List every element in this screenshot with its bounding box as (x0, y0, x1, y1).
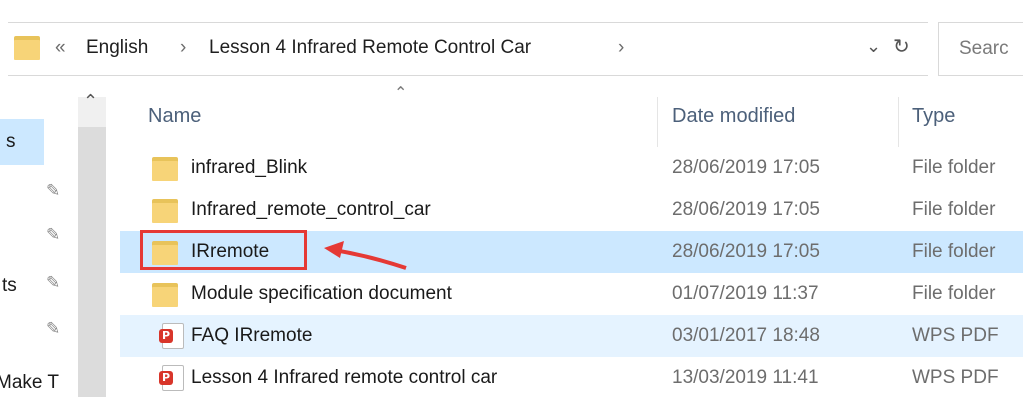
breadcrumb-separator-icon[interactable]: › (180, 37, 186, 59)
pin-icon[interactable]: ✎ (46, 225, 60, 245)
table-row[interactable]: P Lesson 4 Infrared remote control car 1… (120, 357, 1023, 399)
annotation-arrow-icon (324, 241, 407, 270)
file-date: 28/06/2019 17:05 (672, 157, 820, 178)
column-header-type[interactable]: Type (912, 105, 955, 128)
file-date: 28/06/2019 17:05 (672, 241, 820, 262)
pdf-icon: P (159, 365, 184, 391)
file-date: 01/07/2019 11:37 (672, 283, 819, 304)
folder-icon (152, 197, 178, 223)
pin-icon[interactable]: ✎ (46, 181, 60, 201)
column-divider[interactable] (898, 97, 899, 147)
folder-icon (152, 281, 178, 307)
file-type: File folder (912, 283, 996, 304)
table-row[interactable]: Module specification document 01/07/2019… (120, 273, 1023, 315)
pin-icon[interactable]: ✎ (46, 273, 60, 293)
column-header-row: ⌃ Name Date modified Type (120, 85, 1023, 147)
overflow-icon[interactable]: « (55, 37, 66, 59)
file-name: Lesson 4 Infrared remote control car (191, 367, 498, 388)
search-placeholder: Searc (959, 38, 1009, 59)
file-date: 28/06/2019 17:05 (672, 199, 820, 220)
file-type: File folder (912, 157, 996, 178)
file-date: 13/03/2019 11:41 (672, 367, 819, 388)
pin-icon[interactable]: ✎ (46, 319, 60, 339)
chevron-down-icon[interactable]: ⌄ (866, 36, 881, 57)
column-divider[interactable] (657, 97, 658, 147)
navigation-pane: ⌃ s ✎ ✎ ts ✎ ✎ Make T (0, 91, 120, 397)
file-name: Module specification document (191, 283, 452, 304)
table-row[interactable]: Infrared_remote_control_car 28/06/2019 1… (120, 189, 1023, 231)
file-name: Infrared_remote_control_car (191, 199, 431, 220)
file-name: FAQ IRremote (191, 325, 313, 346)
column-header-name[interactable]: Name (148, 105, 201, 128)
file-name: infrared_Blink (191, 157, 308, 178)
address-bar: « English › Lesson 4 Infrared Remote Con… (0, 0, 1023, 97)
breadcrumb-separator-icon[interactable]: › (618, 37, 624, 59)
file-type: WPS PDF (912, 367, 999, 388)
folder-icon (152, 155, 178, 181)
table-row[interactable]: P FAQ IRremote 03/01/2017 18:48 WPS PDF (120, 315, 1023, 357)
sort-ascending-icon: ⌃ (394, 85, 408, 102)
folder-icon (14, 34, 40, 60)
file-type: File folder (912, 241, 996, 262)
nav-item-label[interactable]: ts (2, 275, 17, 297)
breadcrumb-lesson4[interactable]: Lesson 4 Infrared Remote Control Car (209, 37, 531, 59)
refresh-icon[interactable]: ↻ (893, 34, 910, 59)
table-row[interactable]: infrared_Blink 28/06/2019 17:05 File fol… (120, 147, 1023, 189)
chevron-up-icon[interactable]: ⌃ (83, 91, 98, 112)
nav-item-label[interactable]: s (6, 131, 16, 153)
file-date: 03/01/2017 18:48 (672, 325, 820, 346)
search-input[interactable]: Searc (938, 22, 1023, 76)
nav-scrollbar-thumb[interactable] (78, 127, 106, 397)
file-type: File folder (912, 199, 996, 220)
nav-item-label[interactable]: Make T (0, 372, 59, 394)
column-header-date[interactable]: Date modified (672, 105, 795, 128)
file-type: WPS PDF (912, 325, 999, 346)
breadcrumb-english[interactable]: English (86, 37, 148, 59)
pdf-icon: P (159, 323, 184, 349)
highlight-box (140, 230, 307, 270)
